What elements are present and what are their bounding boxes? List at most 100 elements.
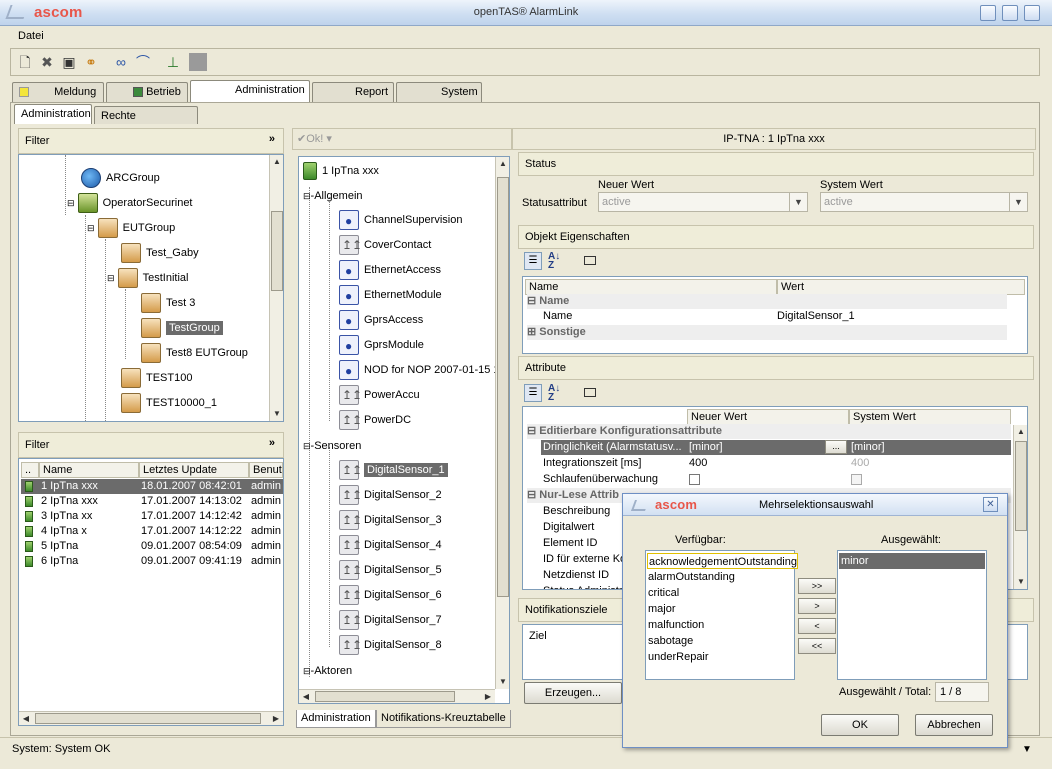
scroll-thumb[interactable] [497,177,509,597]
tree-item-testinitial[interactable]: ⊟ TestInitial [107,267,188,289]
tree-item-test8-eutgroup[interactable]: Test8 EUTGroup [141,342,248,364]
scroll-left-icon[interactable]: ◀ [299,690,313,703]
save-icon[interactable]: ▣ [59,52,79,72]
table-row[interactable]: 4 IpTna x 17.01.2007 14:12:22 admin [19,524,283,539]
categorized-view-icon[interactable]: ☰ [524,384,542,402]
tree-item-sensor[interactable]: DigitalSensor_5 [339,559,442,581]
tree-item-sensor[interactable]: DigitalSensor_8 [339,634,442,656]
maximize-button[interactable] [1002,5,1018,21]
tree-item-operatorsecurinet[interactable]: ⊟ OperatorSecurinet [67,192,193,214]
tree-item-test10000-1[interactable]: TEST10000_1 [121,392,217,414]
tree-root-tna[interactable]: 1 IpTna xxx [303,160,379,182]
col-header-name[interactable]: Name [39,462,139,478]
attr-urgency-edit-button[interactable]: ... [825,440,847,454]
hierarchy-icon[interactable]: ⊥ [163,52,183,72]
connect-icon[interactable]: ∞ [111,52,131,72]
table-row[interactable]: 6 IpTna 09.01.2007 09:41:19 admin [19,554,283,569]
move-all-right-button[interactable]: >> [798,578,836,594]
available-list[interactable]: acknowledgementOutstanding alarmOutstandi… [645,550,798,680]
tree-group-sensoren[interactable]: ⊟-Sensoren [303,435,361,457]
ok-button[interactable]: ✔Ok! ▾ [297,132,332,145]
grid-icon[interactable] [189,53,207,71]
close-button[interactable] [1024,5,1040,21]
available-item[interactable]: underRepair [647,649,709,665]
scroll-down-icon[interactable]: ▼ [270,407,283,421]
group-editable[interactable]: ⊟ Editierbare Konfigurationsattribute [527,424,1011,439]
attr-integration-new[interactable]: 400 [689,456,707,471]
subtab-administration[interactable]: Administration [14,104,92,124]
tree-item-sensor[interactable]: DigitalSensor_1 [339,459,448,481]
tree-scrollbar[interactable]: ▲ ▼ [269,155,283,421]
table-hscrollbar[interactable]: ◀ ▶ [19,711,283,725]
tree-item-sensor[interactable]: DigitalSensor_4 [339,534,442,556]
table-row[interactable]: 1 IpTna xxx 18.01.2007 08:42:01 admin [19,479,283,494]
scroll-right-icon[interactable]: ▶ [481,690,495,703]
tree-item-allgemein[interactable]: NOD for NOP 2007-01-15 1 [339,359,500,382]
status-system-combo[interactable]: active ▼ [820,192,1028,212]
tab-report[interactable]: Report [312,82,394,102]
tree-item-arcgroup[interactable]: ARCGroup [81,167,160,189]
dialog-close-icon[interactable]: ✕ [983,497,998,512]
col-header-icon[interactable]: .. [21,462,39,478]
ok-button[interactable]: OK [821,714,899,736]
tree-item-allgemein[interactable]: EthernetAccess [339,259,441,282]
available-item[interactable]: alarmOutstanding [647,569,735,585]
move-left-button[interactable]: < [798,618,836,634]
tab-system[interactable]: System [396,82,482,102]
status-new-combo[interactable]: active ▼ [598,192,808,212]
delete-icon[interactable]: ✖ [37,52,57,72]
collapse-icon[interactable]: » [269,437,275,449]
tree-item-sensor[interactable]: DigitalSensor_6 [339,584,442,606]
scroll-right-icon[interactable]: ▶ [269,712,283,725]
tree-item-allgemein[interactable]: PowerAccu [339,384,420,406]
menu-file[interactable]: Datei [18,30,44,42]
col-header-updated[interactable]: Letztes Update [139,462,249,478]
move-right-button[interactable]: > [798,598,836,614]
cancel-button[interactable]: Abbrechen [915,714,993,736]
properties-icon[interactable] [584,256,596,265]
create-button[interactable]: Erzeugen... [524,682,622,704]
selected-list[interactable]: minor [837,550,987,680]
scroll-down-icon[interactable]: ▼ [496,675,509,689]
tree-item-allgemein[interactable]: PowerDC [339,409,411,431]
link-icon[interactable]: ⚭ [81,52,101,72]
scroll-thumb[interactable] [271,211,283,291]
tree-item-allgemein[interactable]: CoverContact [339,234,431,256]
scroll-up-icon[interactable]: ▲ [496,157,509,171]
tree-item-sensor[interactable]: DigitalSensor_7 [339,609,442,631]
attr-loop-new-checkbox[interactable] [689,474,700,485]
scroll-down-icon[interactable]: ▼ [1014,575,1027,589]
tree-item-test100[interactable]: TEST100 [121,367,192,389]
tree-item-sensor[interactable]: DigitalSensor_2 [339,484,442,506]
tree-item-sensor[interactable]: DigitalSensor_3 [339,509,442,531]
attributes-scrollbar[interactable]: ▲ ▼ [1013,425,1027,589]
object-tree-scrollbar[interactable]: ▲ ▼ [495,157,509,689]
tree-item-testgroup[interactable]: TestGroup [141,317,223,339]
tree-item-allgemein[interactable]: EthernetModule [339,284,442,307]
tab-meldung[interactable]: Meldung [12,82,104,102]
scroll-left-icon[interactable]: ◀ [19,712,33,725]
sort-az-icon[interactable]: A↓ Z [548,384,560,403]
minimize-button[interactable] [980,5,996,21]
bottom-tab-notif-table[interactable]: Notifikations-Kreuztabelle [376,710,511,728]
tree-group-allgemein[interactable]: ⊟-Allgemein [303,185,363,207]
group-name[interactable]: ⊟ Name [527,294,1007,309]
selected-item[interactable]: minor [839,553,985,569]
sort-az-icon[interactable]: A↓ Z [548,252,560,271]
tree-item-test3[interactable]: Test 3 [141,292,195,314]
table-row[interactable]: 3 IpTna xx 17.01.2007 14:12:42 admin [19,509,283,524]
group-other[interactable]: ⊞ Sonstige [527,325,1007,340]
tree-item-allgemein[interactable]: GprsAccess [339,309,423,332]
scroll-thumb[interactable] [1015,441,1027,531]
categorized-view-icon[interactable]: ☰ [524,252,542,270]
tree-item-allgemein[interactable]: GprsModule [339,334,424,357]
hscroll-thumb[interactable] [35,713,261,724]
table-row[interactable]: 5 IpTna 09.01.2007 08:54:09 admin [19,539,283,554]
available-item[interactable]: malfunction [647,617,704,633]
table-row[interactable]: 2 IpTna xxx 17.01.2007 14:13:02 admin [19,494,283,509]
available-item[interactable]: major [647,601,676,617]
available-item[interactable]: critical [647,585,679,601]
properties-icon[interactable] [584,388,596,397]
tab-betrieb[interactable]: Betrieb [106,82,188,102]
tree-item-eutgroup[interactable]: ⊟ EUTGroup [87,217,175,239]
